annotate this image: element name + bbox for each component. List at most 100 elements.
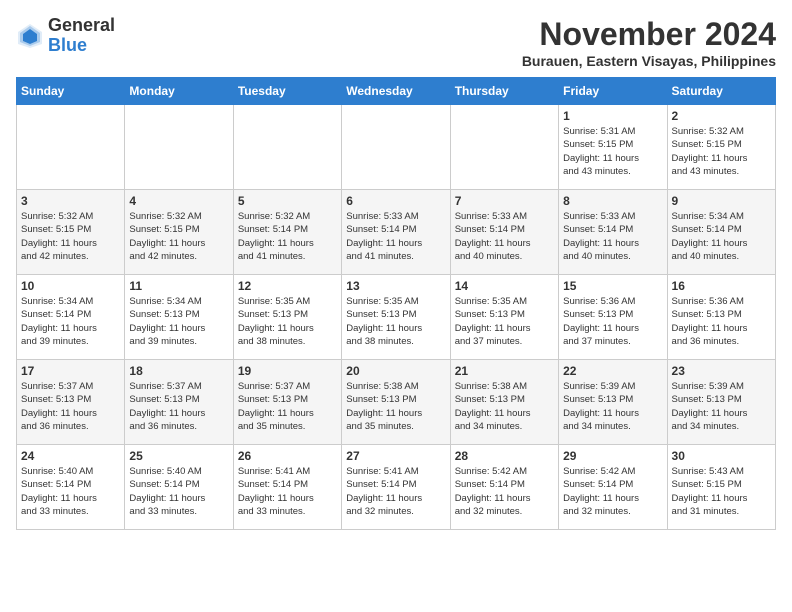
logo: General Blue	[16, 16, 115, 56]
calendar-cell: 21 Sunrise: 5:38 AM Sunset: 5:13 PM Dayli…	[450, 360, 558, 445]
calendar-cell	[450, 105, 558, 190]
day-info: Sunrise: 5:38 AM Sunset: 5:13 PM Dayligh…	[455, 380, 554, 433]
calendar-cell: 14Sunrise: 5:35 AM Sunset: 5:13 PM Dayli…	[450, 275, 558, 360]
column-header-wednesday: Wednesday	[342, 78, 450, 105]
calendar-cell: 10 Sunrise: 5:34 AM Sunset: 5:14 PM Dayli…	[17, 275, 125, 360]
day-number: 3	[21, 194, 120, 208]
day-info: Sunrise: 5:35 AM Sunset: 5:13 PM Dayligh…	[346, 295, 445, 348]
day-number: 30	[672, 449, 771, 463]
calendar-cell: 28 Sunrise: 5:42 AM Sunset: 5:14 PM Dayli…	[450, 445, 558, 530]
day-info: Sunrise: 5:34 AM Sunset: 5:14 PM Dayligh…	[21, 295, 120, 348]
day-info: Sunrise: 5:37 AM Sunset: 5:13 PM Dayligh…	[238, 380, 337, 433]
day-info: Sunrise: 5:42 AM Sunset: 5:14 PM Dayligh…	[455, 465, 554, 518]
calendar-cell: 8Sunrise: 5:33 AM Sunset: 5:14 PM Daylig…	[559, 190, 667, 275]
calendar-week-row: 24Sunrise: 5:40 AM Sunset: 5:14 PM Dayli…	[17, 445, 776, 530]
column-header-sunday: Sunday	[17, 78, 125, 105]
calendar-week-row: 1 Sunrise: 5:31 AM Sunset: 5:15 PM Daylig…	[17, 105, 776, 190]
day-number: 5	[238, 194, 337, 208]
day-info: Sunrise: 5:33 AM Sunset: 5:14 PM Dayligh…	[346, 210, 445, 263]
day-number: 19	[238, 364, 337, 378]
logo-icon	[16, 22, 44, 50]
column-header-monday: Monday	[125, 78, 233, 105]
day-number: 13	[346, 279, 445, 293]
calendar-cell: 29 Sunrise: 5:42 AM Sunset: 5:14 PM Dayli…	[559, 445, 667, 530]
calendar-cell: 6 Sunrise: 5:33 AM Sunset: 5:14 PM Daylig…	[342, 190, 450, 275]
day-number: 21	[455, 364, 554, 378]
day-info: Sunrise: 5:33 AM Sunset: 5:14 PM Dayligh…	[455, 210, 554, 263]
day-info: Sunrise: 5:32 AM Sunset: 5:15 PM Dayligh…	[21, 210, 120, 263]
calendar-cell	[342, 105, 450, 190]
day-number: 25	[129, 449, 228, 463]
day-info: Sunrise: 5:32 AM Sunset: 5:15 PM Dayligh…	[672, 125, 771, 178]
calendar-cell	[17, 105, 125, 190]
logo-text: General Blue	[48, 16, 115, 56]
title-block: November 2024 Burauen, Eastern Visayas, …	[522, 16, 776, 69]
day-number: 2	[672, 109, 771, 123]
calendar-cell: 4 Sunrise: 5:32 AM Sunset: 5:15 PM Daylig…	[125, 190, 233, 275]
day-info: Sunrise: 5:32 AM Sunset: 5:14 PM Dayligh…	[238, 210, 337, 263]
calendar-cell: 30Sunrise: 5:43 AM Sunset: 5:15 PM Dayli…	[667, 445, 775, 530]
calendar-cell: 2 Sunrise: 5:32 AM Sunset: 5:15 PM Daylig…	[667, 105, 775, 190]
day-info: Sunrise: 5:37 AM Sunset: 5:13 PM Dayligh…	[129, 380, 228, 433]
calendar-cell: 23 Sunrise: 5:39 AM Sunset: 5:13 PM Dayli…	[667, 360, 775, 445]
location-subtitle: Burauen, Eastern Visayas, Philippines	[522, 53, 776, 69]
day-number: 7	[455, 194, 554, 208]
day-number: 15	[563, 279, 662, 293]
calendar-cell: 3 Sunrise: 5:32 AM Sunset: 5:15 PM Daylig…	[17, 190, 125, 275]
day-info: Sunrise: 5:37 AM Sunset: 5:13 PM Dayligh…	[21, 380, 120, 433]
day-number: 20	[346, 364, 445, 378]
day-info: Sunrise: 5:40 AM Sunset: 5:14 PM Dayligh…	[21, 465, 120, 518]
day-info: Sunrise: 5:36 AM Sunset: 5:13 PM Dayligh…	[672, 295, 771, 348]
calendar-cell: 7 Sunrise: 5:33 AM Sunset: 5:14 PM Daylig…	[450, 190, 558, 275]
day-number: 27	[346, 449, 445, 463]
day-info: Sunrise: 5:34 AM Sunset: 5:13 PM Dayligh…	[129, 295, 228, 348]
calendar-cell: 17 Sunrise: 5:37 AM Sunset: 5:13 PM Dayli…	[17, 360, 125, 445]
calendar-week-row: 17 Sunrise: 5:37 AM Sunset: 5:13 PM Dayli…	[17, 360, 776, 445]
column-header-tuesday: Tuesday	[233, 78, 341, 105]
day-info: Sunrise: 5:38 AM Sunset: 5:13 PM Dayligh…	[346, 380, 445, 433]
calendar-cell	[233, 105, 341, 190]
day-info: Sunrise: 5:41 AM Sunset: 5:14 PM Dayligh…	[238, 465, 337, 518]
day-number: 11	[129, 279, 228, 293]
day-number: 29	[563, 449, 662, 463]
column-header-saturday: Saturday	[667, 78, 775, 105]
day-info: Sunrise: 5:39 AM Sunset: 5:13 PM Dayligh…	[563, 380, 662, 433]
day-number: 16	[672, 279, 771, 293]
calendar-header-row: SundayMondayTuesdayWednesdayThursdayFrid…	[17, 78, 776, 105]
page-header: General Blue November 2024 Burauen, East…	[16, 16, 776, 69]
calendar-week-row: 10 Sunrise: 5:34 AM Sunset: 5:14 PM Dayli…	[17, 275, 776, 360]
day-info: Sunrise: 5:35 AM Sunset: 5:13 PM Dayligh…	[238, 295, 337, 348]
calendar-cell: 11 Sunrise: 5:34 AM Sunset: 5:13 PM Dayli…	[125, 275, 233, 360]
calendar-cell	[125, 105, 233, 190]
day-number: 6	[346, 194, 445, 208]
calendar-cell: 9Sunrise: 5:34 AM Sunset: 5:14 PM Daylig…	[667, 190, 775, 275]
day-number: 17	[21, 364, 120, 378]
day-info: Sunrise: 5:39 AM Sunset: 5:13 PM Dayligh…	[672, 380, 771, 433]
calendar-cell: 26 Sunrise: 5:41 AM Sunset: 5:14 PM Dayli…	[233, 445, 341, 530]
calendar-cell: 16 Sunrise: 5:36 AM Sunset: 5:13 PM Dayli…	[667, 275, 775, 360]
calendar-week-row: 3 Sunrise: 5:32 AM Sunset: 5:15 PM Daylig…	[17, 190, 776, 275]
calendar-cell: 27 Sunrise: 5:41 AM Sunset: 5:14 PM Dayli…	[342, 445, 450, 530]
day-info: Sunrise: 5:35 AM Sunset: 5:13 PM Dayligh…	[455, 295, 554, 348]
day-info: Sunrise: 5:32 AM Sunset: 5:15 PM Dayligh…	[129, 210, 228, 263]
day-number: 23	[672, 364, 771, 378]
day-info: Sunrise: 5:41 AM Sunset: 5:14 PM Dayligh…	[346, 465, 445, 518]
day-number: 4	[129, 194, 228, 208]
day-number: 10	[21, 279, 120, 293]
calendar-table: SundayMondayTuesdayWednesdayThursdayFrid…	[16, 77, 776, 530]
day-number: 1	[563, 109, 662, 123]
day-info: Sunrise: 5:42 AM Sunset: 5:14 PM Dayligh…	[563, 465, 662, 518]
calendar-cell: 22Sunrise: 5:39 AM Sunset: 5:13 PM Dayli…	[559, 360, 667, 445]
day-number: 18	[129, 364, 228, 378]
calendar-cell: 25 Sunrise: 5:40 AM Sunset: 5:14 PM Dayli…	[125, 445, 233, 530]
day-number: 9	[672, 194, 771, 208]
calendar-cell: 20 Sunrise: 5:38 AM Sunset: 5:13 PM Dayli…	[342, 360, 450, 445]
calendar-cell: 12Sunrise: 5:35 AM Sunset: 5:13 PM Dayli…	[233, 275, 341, 360]
day-info: Sunrise: 5:31 AM Sunset: 5:15 PM Dayligh…	[563, 125, 662, 178]
column-header-thursday: Thursday	[450, 78, 558, 105]
day-number: 26	[238, 449, 337, 463]
month-year-title: November 2024	[522, 16, 776, 53]
calendar-cell: 18 Sunrise: 5:37 AM Sunset: 5:13 PM Dayli…	[125, 360, 233, 445]
day-info: Sunrise: 5:40 AM Sunset: 5:14 PM Dayligh…	[129, 465, 228, 518]
day-number: 28	[455, 449, 554, 463]
